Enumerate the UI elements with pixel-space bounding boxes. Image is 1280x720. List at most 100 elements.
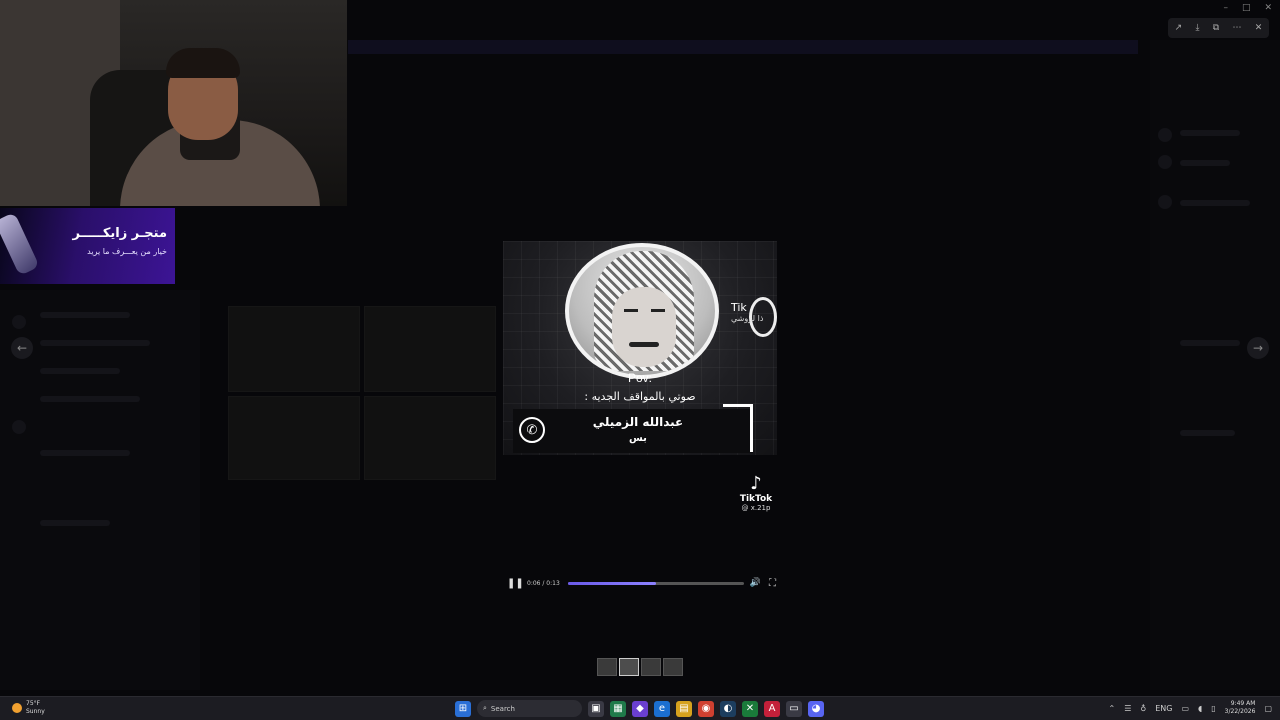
download-icon[interactable]: ⤓: [1195, 23, 1199, 33]
tiktok-watermark: ♪ TikTok @ x.21p: [738, 473, 774, 513]
portrait-face: [612, 287, 676, 367]
window-controls: – □ ✕: [1223, 3, 1272, 13]
webcam-overlay: [0, 0, 347, 206]
background-line: [1180, 200, 1250, 206]
tiktok-watermark-name: TikTok: [739, 494, 773, 504]
background-avatar: [1158, 128, 1172, 142]
pov-caption: صوتي بالمواقف الجديه :: [584, 390, 696, 403]
volume-icon[interactable]: 🔊: [750, 578, 761, 588]
video-player-controls: ❚❚ 0:06 / 0:13 🔊 ⛶: [503, 575, 777, 591]
background-thumbnail: [364, 306, 496, 392]
banner-title: متجـر زايكـــــر: [72, 226, 167, 241]
viewer-toolbar: ↗ ⤓ ⧉ ⋯ ✕: [1168, 18, 1269, 38]
more-options-icon[interactable]: ⋯: [1233, 23, 1242, 33]
windows-start-icon[interactable]: ⊞: [455, 700, 471, 717]
background-thumbnail: [228, 396, 360, 480]
forward-icon[interactable]: ↗: [1175, 23, 1183, 33]
caller-subtext: بس: [629, 433, 647, 444]
open-external-icon[interactable]: ⧉: [1213, 23, 1219, 33]
network-icon[interactable]: ▭: [1181, 704, 1189, 713]
media-thumbnail[interactable]: [663, 658, 683, 676]
media-thumbnail-strip: [597, 658, 683, 676]
background-line: [1180, 340, 1240, 346]
portrait-brow: [624, 309, 638, 312]
seek-bar[interactable]: [567, 581, 744, 585]
microphone-icon: [0, 212, 40, 276]
close-window-icon[interactable]: ✕: [1264, 3, 1272, 13]
language-indicator[interactable]: ENG: [1155, 704, 1172, 713]
background-line: [40, 368, 120, 374]
tiktok-watermark-handle: @ x.21p: [741, 504, 771, 512]
background-avatar: [1158, 155, 1172, 169]
weather-widget[interactable]: 75°F Sunny: [12, 700, 45, 716]
portrait-circle: [565, 243, 719, 379]
edge-icon[interactable]: e: [654, 700, 670, 717]
chevron-up-icon[interactable]: ⌃: [1109, 704, 1116, 713]
microphone-tray-icon[interactable]: ♁: [1140, 704, 1146, 713]
frame-bracket: [723, 404, 753, 452]
tiktok-logo-icon: ♪: [750, 473, 762, 494]
background-avatar: [1158, 195, 1172, 209]
search-label: Search: [490, 704, 515, 713]
wifi-icon[interactable]: ☰: [1124, 704, 1131, 713]
previous-media-button[interactable]: ←: [11, 337, 33, 359]
playback-time: 0:06 / 0:13: [527, 579, 560, 587]
minimize-icon[interactable]: –: [1223, 3, 1228, 13]
file-explorer-icon[interactable]: ▤: [676, 700, 692, 717]
background-line: [1180, 130, 1240, 136]
arrow-left-icon: ←: [16, 341, 28, 355]
background-topbar: [348, 40, 1138, 54]
background-line: [40, 312, 130, 318]
maximize-icon[interactable]: □: [1242, 3, 1251, 13]
seek-bar-progress: [567, 581, 656, 585]
tiktok-inline-text: Tik: [731, 301, 747, 314]
background-avatar: [12, 420, 26, 434]
xbox-icon[interactable]: ✕: [742, 700, 758, 717]
weather-temperature: 75°F: [26, 700, 41, 707]
background-thumbnail: [364, 396, 496, 480]
search-icon: ⌕: [483, 704, 487, 712]
video-frame[interactable]: Tik ذا لزوشي Pov: صوتي بالمواقف الجديه :…: [503, 241, 777, 455]
fullscreen-icon[interactable]: ⛶: [769, 578, 776, 589]
background-line: [40, 396, 140, 402]
discord-icon[interactable]: ◕: [808, 700, 824, 717]
tiktok-inline-handle: ذا لزوشي: [731, 314, 764, 323]
portrait-brow: [651, 309, 665, 312]
pause-icon[interactable]: ❚❚: [507, 578, 524, 589]
banner-subtitle: خيار من يعـــرف ما يريد: [87, 247, 167, 256]
clock-time: 9:49 AM: [1230, 700, 1256, 707]
sun-icon: [12, 703, 22, 713]
steam-icon[interactable]: ◐: [720, 700, 736, 717]
chrome-icon[interactable]: ◉: [698, 700, 714, 717]
caller-name: عبدالله الزميلي: [592, 415, 684, 429]
task-view-icon[interactable]: ▣: [588, 700, 604, 717]
background-line: [40, 520, 110, 526]
call-bar: ✆ عبدالله الزميلي بس: [513, 409, 753, 453]
media-thumbnail[interactable]: [597, 658, 617, 676]
windows-taskbar: 75°F Sunny ⊞ ⌕ Search ▣ ▦ ◆ e ▤ ◉ ◐ ✕ A …: [0, 696, 1280, 720]
media-thumbnail[interactable]: [641, 658, 661, 676]
app-icon[interactable]: A: [764, 700, 780, 717]
webcam-hair: [166, 48, 240, 78]
terminal-icon[interactable]: ▭: [786, 700, 802, 717]
background-line: [1180, 430, 1235, 436]
taskbar-search[interactable]: ⌕ Search: [477, 700, 582, 717]
background-line: [1180, 160, 1230, 166]
next-media-button[interactable]: →: [1247, 337, 1269, 359]
close-viewer-icon[interactable]: ✕: [1255, 23, 1263, 33]
widgets-icon[interactable]: ▦: [610, 700, 626, 717]
notification-icon[interactable]: ▢: [1264, 704, 1272, 713]
copilot-icon[interactable]: ◆: [632, 700, 648, 717]
arrow-right-icon: →: [1252, 341, 1264, 355]
speaker-icon[interactable]: ◖: [1198, 704, 1202, 713]
system-clock[interactable]: 9:49 AM 3/22/2026: [1225, 700, 1256, 716]
taskbar-apps: ⊞ ⌕ Search ▣ ▦ ◆ e ▤ ◉ ◐ ✕ A ▭ ◕: [455, 700, 824, 717]
background-thumbnail: [228, 306, 360, 392]
clock-date: 3/22/2026: [1224, 708, 1256, 715]
media-thumbnail-selected[interactable]: [619, 658, 639, 676]
weather-description: Sunny: [26, 708, 45, 715]
background-avatar: [12, 315, 26, 329]
phone-icon: ✆: [519, 417, 545, 443]
store-banner: متجـر زايكـــــر خيار من يعـــرف ما يريد: [0, 208, 175, 284]
battery-icon[interactable]: ▯: [1211, 704, 1215, 713]
